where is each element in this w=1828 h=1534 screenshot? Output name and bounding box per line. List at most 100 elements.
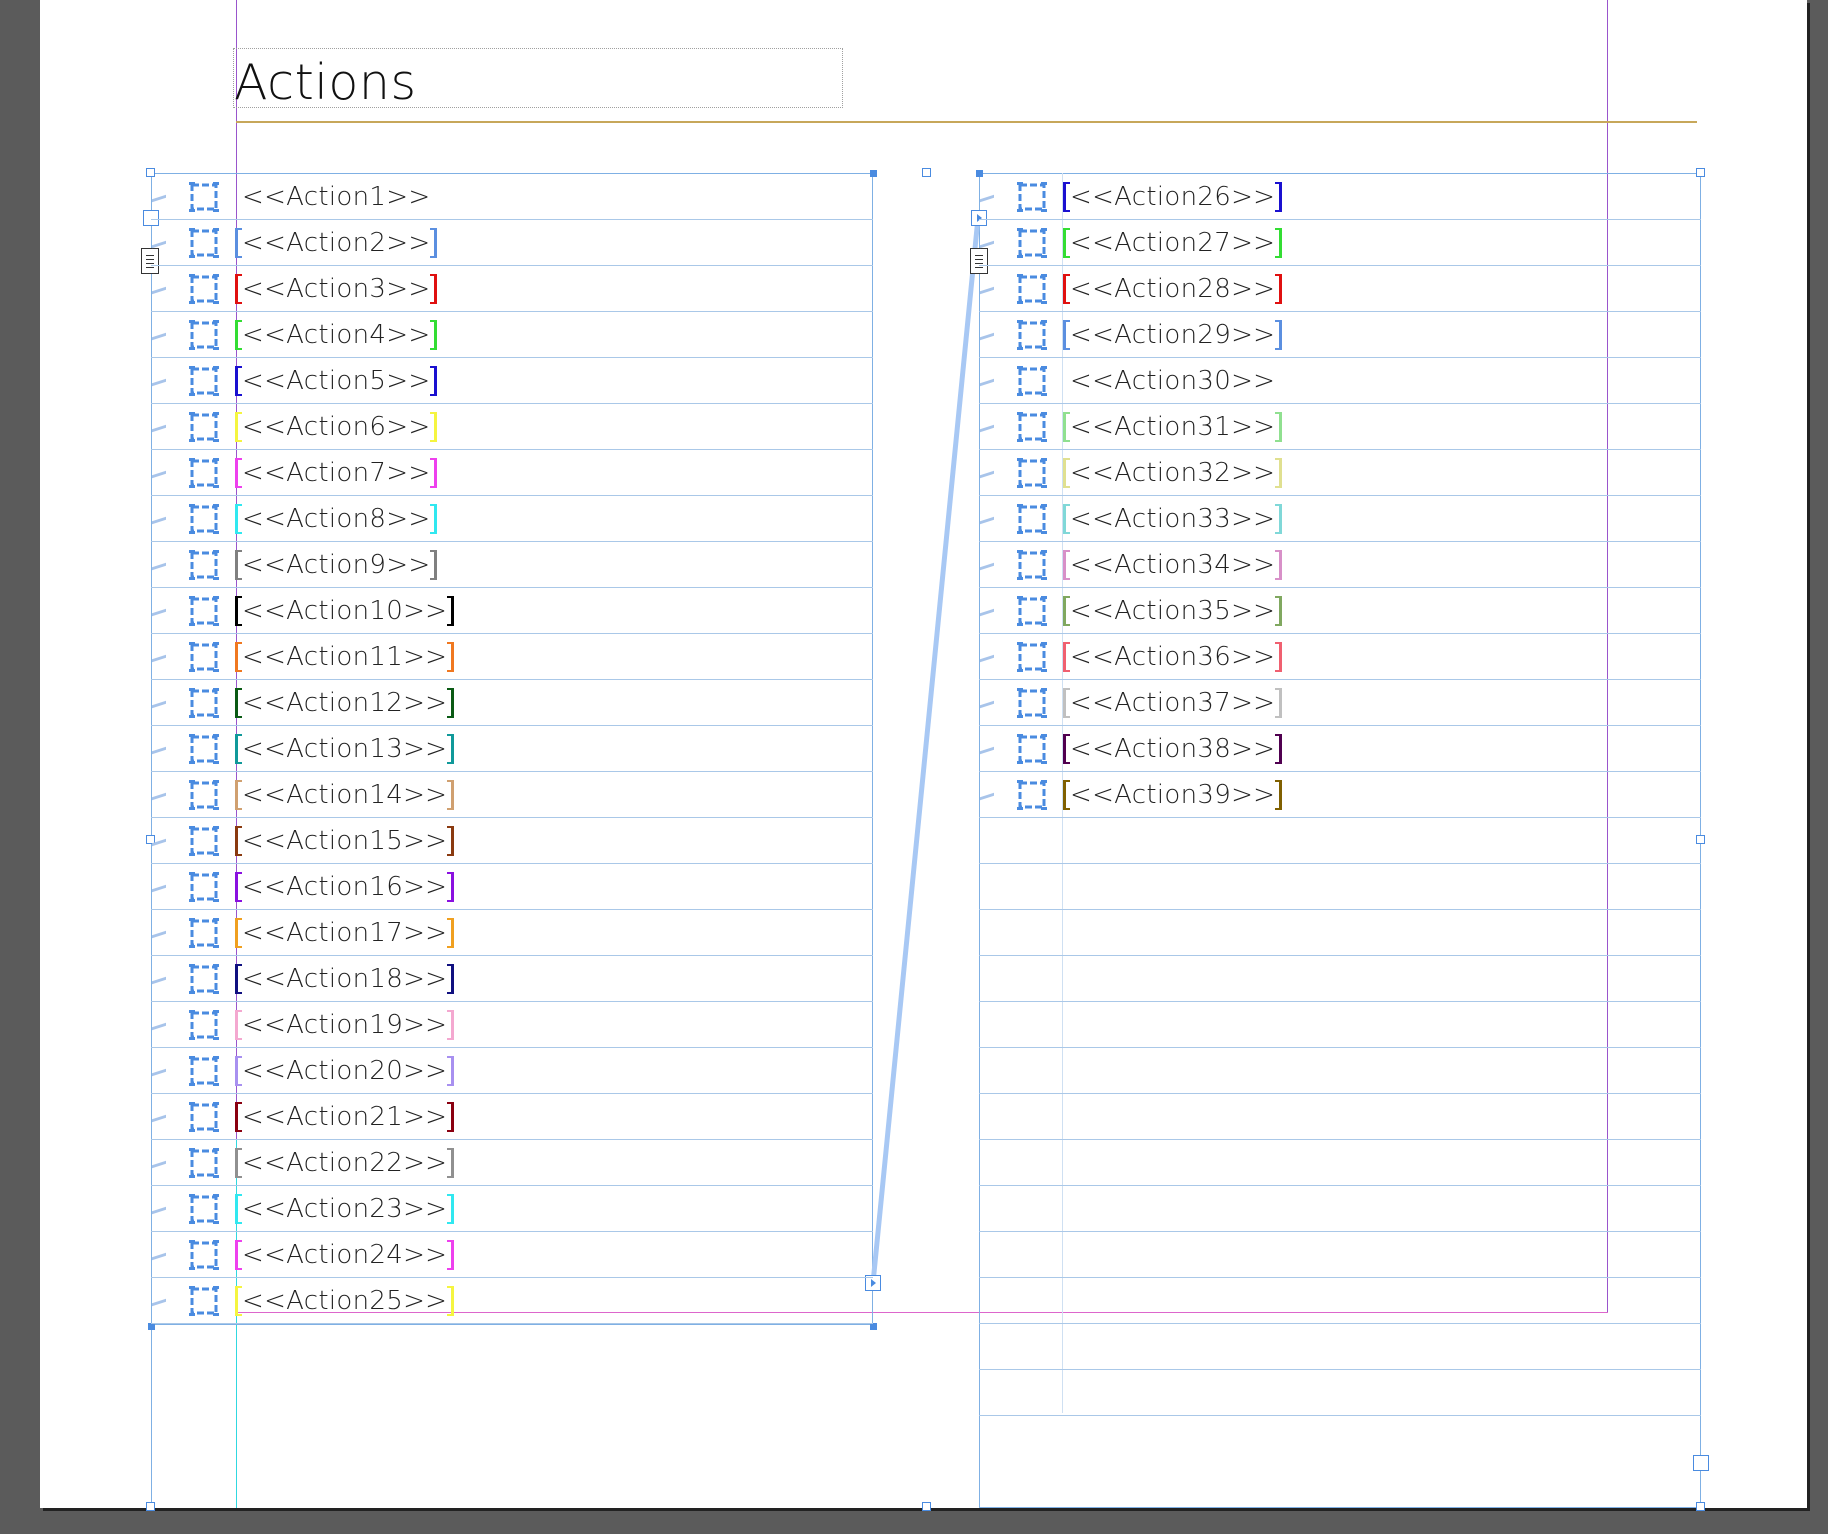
action-row[interactable]: <<Action37>> bbox=[979, 681, 1701, 727]
action-tag[interactable]: <<Action9>> bbox=[235, 550, 438, 580]
action-tag[interactable]: <<Action6>> bbox=[235, 412, 438, 442]
action-row[interactable]: <<Action35>> bbox=[979, 589, 1701, 635]
action-tag[interactable]: <<Action13>> bbox=[235, 734, 455, 764]
action-row[interactable]: <<Action19>> bbox=[151, 1003, 873, 1049]
checkbox-icon[interactable] bbox=[1017, 780, 1047, 810]
action-row[interactable]: <<Action21>> bbox=[151, 1095, 873, 1141]
checkbox-icon[interactable] bbox=[189, 964, 219, 994]
action-tag[interactable]: <<Action25>> bbox=[235, 1286, 455, 1316]
action-row[interactable]: <<Action38>> bbox=[979, 727, 1701, 773]
action-tag[interactable]: <<Action5>> bbox=[235, 366, 438, 396]
checkbox-icon[interactable] bbox=[1017, 458, 1047, 488]
checkbox-icon[interactable] bbox=[1017, 412, 1047, 442]
action-tag[interactable]: <<Action14>> bbox=[235, 780, 455, 810]
action-tag[interactable]: <<Action2>> bbox=[235, 228, 438, 258]
action-row[interactable]: <<Action23>> bbox=[151, 1187, 873, 1233]
action-tag[interactable]: <<Action38>> bbox=[1063, 734, 1283, 764]
action-row[interactable]: <<Action25>> bbox=[151, 1279, 873, 1325]
action-tag[interactable]: <<Action27>> bbox=[1063, 228, 1283, 258]
checkbox-icon[interactable] bbox=[189, 826, 219, 856]
action-tag[interactable]: <<Action35>> bbox=[1063, 596, 1283, 626]
action-tag[interactable]: <<Action33>> bbox=[1063, 504, 1283, 534]
action-row[interactable]: <<Action9>> bbox=[151, 543, 873, 589]
checkbox-icon[interactable] bbox=[189, 504, 219, 534]
checkbox-icon[interactable] bbox=[189, 734, 219, 764]
checkbox-icon[interactable] bbox=[1017, 274, 1047, 304]
action-tag[interactable]: <<Action3>> bbox=[235, 274, 438, 304]
frame-resize-handle[interactable] bbox=[1693, 1455, 1709, 1471]
action-row[interactable]: <<Action16>> bbox=[151, 865, 873, 911]
action-row[interactable]: <<Action8>> bbox=[151, 497, 873, 543]
checkbox-icon[interactable] bbox=[1017, 182, 1047, 212]
checkbox-icon[interactable] bbox=[189, 1286, 219, 1316]
checkbox-icon[interactable] bbox=[189, 228, 219, 258]
frame-handle[interactable] bbox=[146, 1502, 155, 1511]
action-tag[interactable]: <<Action8>> bbox=[235, 504, 438, 534]
action-tag[interactable]: <<Action19>> bbox=[235, 1010, 455, 1040]
action-tag[interactable]: <<Action30>> bbox=[1063, 366, 1282, 396]
action-tag[interactable]: <<Action1>> bbox=[235, 182, 437, 212]
checkbox-icon[interactable] bbox=[189, 1102, 219, 1132]
action-tag[interactable]: <<Action29>> bbox=[1063, 320, 1283, 350]
action-tag[interactable]: <<Action17>> bbox=[235, 918, 455, 948]
action-row[interactable]: <<Action22>> bbox=[151, 1141, 873, 1187]
action-tag[interactable]: <<Action32>> bbox=[1063, 458, 1283, 488]
action-tag[interactable]: <<Action15>> bbox=[235, 826, 455, 856]
action-row[interactable]: <<Action13>> bbox=[151, 727, 873, 773]
checkbox-icon[interactable] bbox=[189, 918, 219, 948]
action-tag[interactable]: <<Action4>> bbox=[235, 320, 438, 350]
checkbox-icon[interactable] bbox=[189, 688, 219, 718]
action-row[interactable]: <<Action34>> bbox=[979, 543, 1701, 589]
action-row[interactable]: <<Action2>> bbox=[151, 221, 873, 267]
checkbox-icon[interactable] bbox=[189, 596, 219, 626]
checkbox-icon[interactable] bbox=[189, 366, 219, 396]
action-row[interactable]: <<Action32>> bbox=[979, 451, 1701, 497]
checkbox-icon[interactable] bbox=[189, 412, 219, 442]
action-row[interactable]: <<Action4>> bbox=[151, 313, 873, 359]
checkbox-icon[interactable] bbox=[189, 1240, 219, 1270]
action-tag[interactable]: <<Action10>> bbox=[235, 596, 455, 626]
action-row[interactable]: <<Action12>> bbox=[151, 681, 873, 727]
checkbox-icon[interactable] bbox=[189, 1148, 219, 1178]
action-row[interactable]: <<Action33>> bbox=[979, 497, 1701, 543]
frame-handle[interactable] bbox=[1696, 835, 1705, 844]
checkbox-icon[interactable] bbox=[1017, 688, 1047, 718]
action-tag[interactable]: <<Action20>> bbox=[235, 1056, 455, 1086]
action-tag[interactable]: <<Action26>> bbox=[1063, 182, 1283, 212]
checkbox-icon[interactable] bbox=[189, 320, 219, 350]
checkbox-icon[interactable] bbox=[189, 550, 219, 580]
action-row[interactable]: <<Action24>> bbox=[151, 1233, 873, 1279]
checkbox-icon[interactable] bbox=[1017, 550, 1047, 580]
frame-handle[interactable] bbox=[1696, 1502, 1705, 1511]
action-tag[interactable]: <<Action39>> bbox=[1063, 780, 1283, 810]
action-tag[interactable]: <<Action12>> bbox=[235, 688, 455, 718]
action-row[interactable]: <<Action14>> bbox=[151, 773, 873, 819]
action-row[interactable]: <<Action18>> bbox=[151, 957, 873, 1003]
checkbox-icon[interactable] bbox=[1017, 366, 1047, 396]
action-row[interactable]: <<Action31>> bbox=[979, 405, 1701, 451]
action-tag[interactable]: <<Action18>> bbox=[235, 964, 455, 994]
action-tag[interactable]: <<Action37>> bbox=[1063, 688, 1283, 718]
action-tag[interactable]: <<Action16>> bbox=[235, 872, 455, 902]
action-row[interactable]: <<Action5>> bbox=[151, 359, 873, 405]
action-row[interactable]: <<Action6>> bbox=[151, 405, 873, 451]
checkbox-icon[interactable] bbox=[189, 1194, 219, 1224]
checkbox-icon[interactable] bbox=[1017, 228, 1047, 258]
action-row[interactable]: <<Action1>> bbox=[151, 175, 873, 221]
checkbox-icon[interactable] bbox=[1017, 596, 1047, 626]
action-row[interactable]: <<Action30>> bbox=[979, 359, 1701, 405]
action-row[interactable]: <<Action3>> bbox=[151, 267, 873, 313]
checkbox-icon[interactable] bbox=[189, 458, 219, 488]
checkbox-icon[interactable] bbox=[189, 1056, 219, 1086]
checkbox-icon[interactable] bbox=[1017, 734, 1047, 764]
action-tag[interactable]: <<Action31>> bbox=[1063, 412, 1283, 442]
action-row[interactable]: <<Action28>> bbox=[979, 267, 1701, 313]
checkbox-icon[interactable] bbox=[1017, 504, 1047, 534]
checkbox-icon[interactable] bbox=[189, 182, 219, 212]
action-row[interactable]: <<Action36>> bbox=[979, 635, 1701, 681]
action-tag[interactable]: <<Action21>> bbox=[235, 1102, 455, 1132]
action-tag[interactable]: <<Action36>> bbox=[1063, 642, 1283, 672]
checkbox-icon[interactable] bbox=[1017, 320, 1047, 350]
action-tag[interactable]: <<Action22>> bbox=[235, 1148, 455, 1178]
action-tag[interactable]: <<Action23>> bbox=[235, 1194, 455, 1224]
